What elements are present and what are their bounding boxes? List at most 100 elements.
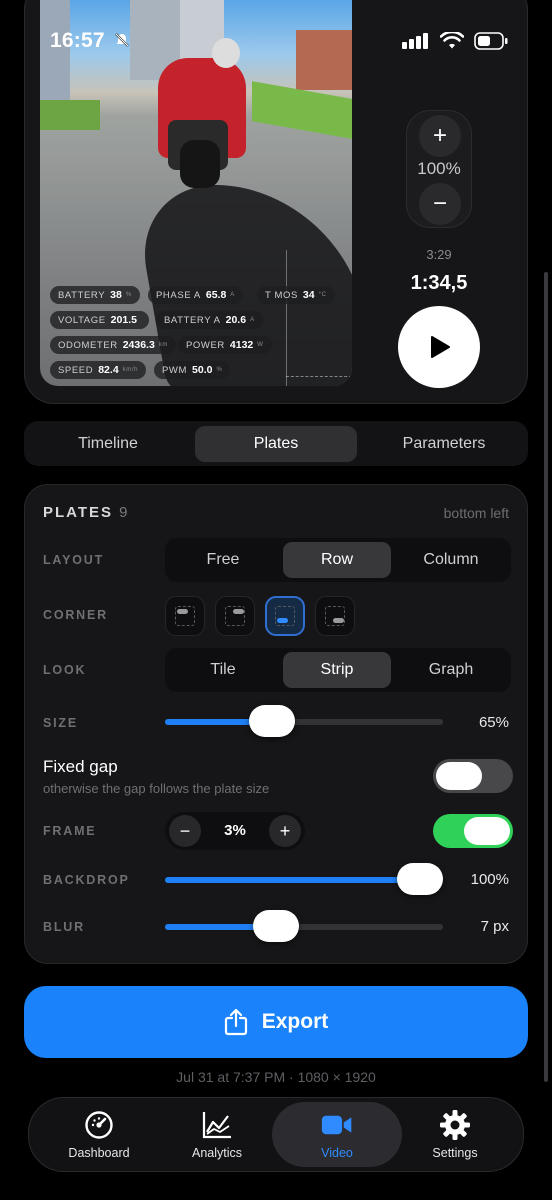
plate-unit: % xyxy=(216,367,223,373)
size-slider-knob[interactable] xyxy=(249,705,295,737)
plate-voltage[interactable]: VOLTAGE 201.5 xyxy=(50,311,149,329)
gear-icon xyxy=(439,1109,471,1141)
plate-phase-a[interactable]: PHASE A 65.8 A xyxy=(148,286,243,304)
total-duration: 3:29 xyxy=(426,247,452,262)
corner-frame xyxy=(325,606,345,626)
nav-dashboard[interactable]: Dashboard xyxy=(37,1098,161,1171)
export-meta: Jul 31 at 7:37 PM · 1080 × 1920 xyxy=(176,1069,376,1085)
plate-value: 201.5 xyxy=(110,314,137,326)
frame-toggle[interactable] xyxy=(433,814,513,848)
export-label: Export xyxy=(261,1010,329,1033)
look-strip-option[interactable]: Strip xyxy=(283,652,391,688)
wheel xyxy=(180,140,220,188)
plate-label: PWM xyxy=(162,364,188,376)
plate-battery[interactable]: BATTERY 38% xyxy=(50,286,140,304)
corner-marker xyxy=(333,618,344,623)
plate-unit: A xyxy=(230,292,235,298)
tab-parameters[interactable]: Parameters xyxy=(360,426,528,462)
scrollbar[interactable] xyxy=(544,272,548,1082)
plate-label: PHASE A xyxy=(156,289,201,301)
corner-top-right-button[interactable] xyxy=(215,596,255,636)
plate-unit: km/h xyxy=(122,367,139,373)
size-slider[interactable] xyxy=(165,705,443,737)
plate-value: 4132 xyxy=(229,339,254,351)
panel-title: PLATES 9 xyxy=(43,504,127,521)
play-button[interactable] xyxy=(398,306,480,388)
look-segmented-control: Tile Strip Graph xyxy=(165,648,511,692)
nav-analytics[interactable]: Analytics xyxy=(155,1098,279,1171)
plate-label: BATTERY A xyxy=(164,314,221,326)
nav-label: Analytics xyxy=(191,1146,243,1160)
zoom-in-button[interactable]: + xyxy=(419,115,461,157)
corner-marker xyxy=(233,609,244,614)
bell-slash-icon xyxy=(115,33,129,47)
zoom-control: + 100% − xyxy=(406,110,472,228)
plate-power[interactable]: POWER 4132 W xyxy=(178,336,272,354)
plate-unit: °C xyxy=(318,292,327,298)
nav-video[interactable]: Video xyxy=(272,1102,402,1167)
plate-value: 2436.3 xyxy=(122,339,155,351)
plate-label: BATTERY xyxy=(58,289,106,301)
grass xyxy=(40,100,100,130)
plate-value: 82.4 xyxy=(98,364,119,376)
battery-icon xyxy=(474,32,508,50)
plate-value: 34 xyxy=(302,289,315,301)
zoom-value: 100% xyxy=(417,159,461,178)
export-button[interactable]: Export xyxy=(24,986,528,1058)
video-camera-icon xyxy=(321,1109,353,1141)
layout-free-option[interactable]: Free xyxy=(169,542,277,578)
plate-value: 38 xyxy=(110,289,122,301)
gauge-icon xyxy=(83,1109,115,1141)
blur-label: BLUR xyxy=(43,920,85,934)
panel-title-text: PLATES xyxy=(43,504,114,521)
tab-plates[interactable]: Plates xyxy=(195,426,357,462)
layout-row-option[interactable]: Row xyxy=(283,542,391,578)
layout-column-option[interactable]: Column xyxy=(397,542,505,578)
backdrop-slider-knob[interactable] xyxy=(397,863,443,895)
bottom-navigation: Dashboard Analytics Video Settings xyxy=(28,1097,524,1172)
chart-icon xyxy=(201,1109,233,1141)
plate-count: 9 xyxy=(119,504,128,521)
corner-bottom-left-button[interactable] xyxy=(265,596,305,636)
size-label: SIZE xyxy=(43,716,78,730)
corner-marker xyxy=(277,618,288,623)
look-tile-option[interactable]: Tile xyxy=(169,652,277,688)
blur-slider-knob[interactable] xyxy=(253,910,299,942)
plate-odometer[interactable]: ODOMETER 2436.3 km xyxy=(50,336,177,354)
helmet xyxy=(212,38,240,68)
look-label: LOOK xyxy=(43,663,87,677)
plate-value: 50.0 xyxy=(192,364,213,376)
corner-top-left-button[interactable] xyxy=(165,596,205,636)
look-graph-option[interactable]: Graph xyxy=(397,652,505,688)
backdrop-slider[interactable] xyxy=(165,863,443,895)
fixed-gap-subtitle: otherwise the gap follows the plate size xyxy=(43,781,270,796)
tab-bar: Timeline Plates Parameters xyxy=(24,421,528,466)
plate-unit: km xyxy=(158,342,169,348)
fixed-gap-toggle[interactable] xyxy=(433,759,513,793)
nav-label: Dashboard xyxy=(68,1146,130,1160)
frame-label: FRAME xyxy=(43,824,97,838)
plate-speed[interactable]: SPEED 82.4 km/h xyxy=(50,361,147,379)
plate-battery-a[interactable]: BATTERY A 20.6 A xyxy=(156,311,263,329)
layout-segmented-control: Free Row Column xyxy=(165,538,511,582)
layout-label: LAYOUT xyxy=(43,553,105,567)
plate-unit: % xyxy=(125,292,132,298)
plate-unit: A xyxy=(250,317,255,323)
backdrop-label: BACKDROP xyxy=(43,873,130,887)
plate-value: 20.6 xyxy=(225,314,247,326)
video-preview[interactable]: BATTERY 38% PHASE A 65.8 A T MOS 34 °C VOLTAG… xyxy=(40,0,352,386)
corner-bottom-right-button[interactable] xyxy=(315,596,355,636)
tab-timeline[interactable]: Timeline xyxy=(24,426,192,462)
plate-t-mos[interactable]: T MOS 34 °C xyxy=(257,286,335,304)
building xyxy=(296,30,352,90)
frame-increase-button[interactable]: + xyxy=(269,815,301,847)
nav-settings[interactable]: Settings xyxy=(393,1098,517,1171)
status-time: 16:57 xyxy=(50,29,105,52)
guide-line xyxy=(286,250,287,386)
zoom-out-button[interactable]: − xyxy=(419,183,461,225)
toggle-knob xyxy=(436,762,482,790)
plate-pwm[interactable]: PWM 50.0% xyxy=(154,361,231,379)
corner-marker xyxy=(177,609,188,614)
blur-slider[interactable] xyxy=(165,910,443,942)
play-icon xyxy=(431,336,450,358)
